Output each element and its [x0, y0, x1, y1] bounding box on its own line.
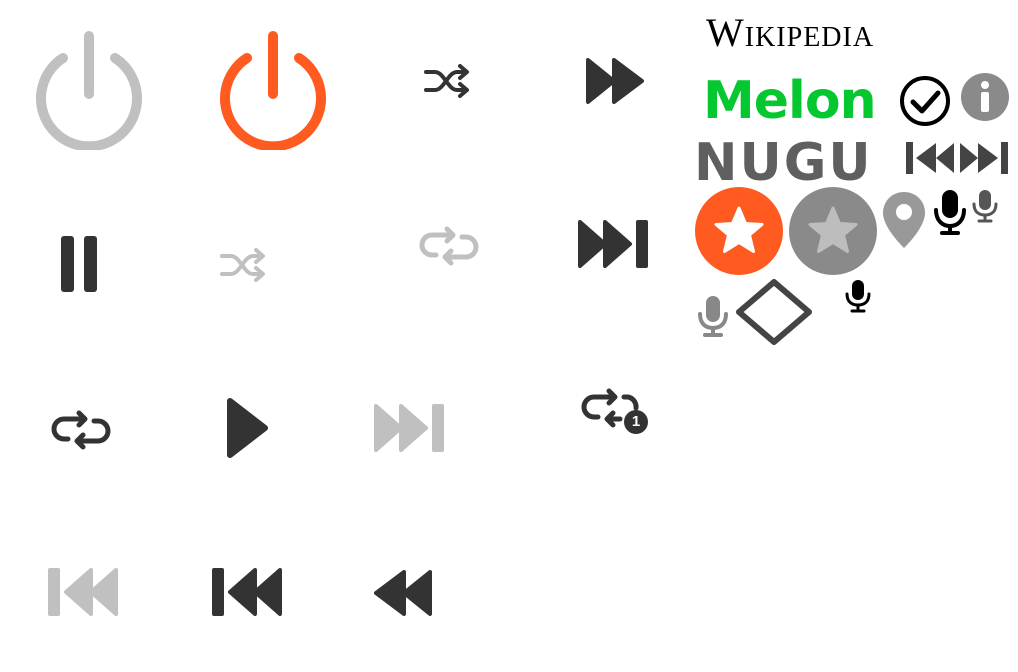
- power-icon-disabled[interactable]: [30, 28, 148, 150]
- skip-previous-icon[interactable]: [208, 566, 284, 618]
- pause-icon[interactable]: [58, 234, 100, 294]
- repeat-icon[interactable]: [50, 410, 112, 450]
- repeat-icon-disabled[interactable]: [418, 226, 480, 266]
- shuffle-icon-disabled[interactable]: [218, 246, 270, 284]
- power-icon-active[interactable]: [214, 28, 332, 150]
- skip-next-icon-disabled[interactable]: [372, 402, 448, 454]
- melon-logo: Melon: [703, 71, 877, 131]
- star-circle-icon-active[interactable]: [694, 186, 784, 276]
- mic-icon[interactable]: [696, 294, 730, 338]
- mic-icon-light[interactable]: [970, 188, 1000, 224]
- repeat-one-icon[interactable]: 1: [580, 388, 652, 436]
- skip-previous-icon-disabled[interactable]: [44, 566, 120, 618]
- mic-icon[interactable]: [932, 188, 968, 236]
- play-icon[interactable]: [224, 396, 270, 460]
- skip-previous-small-icon[interactable]: [904, 140, 956, 176]
- wikipedia-logo: Wikipedia: [706, 10, 875, 55]
- skip-next-icon[interactable]: [576, 218, 652, 270]
- mic-icon[interactable]: [844, 278, 872, 314]
- diamond-icon: [734, 278, 814, 346]
- star-circle-icon-inactive[interactable]: [788, 186, 878, 276]
- fast-forward-icon[interactable]: [584, 56, 646, 106]
- repeat-one-badge-label: 1: [631, 413, 641, 430]
- shuffle-icon[interactable]: [422, 62, 474, 100]
- location-pin-icon: [880, 190, 928, 250]
- info-icon: [960, 72, 1010, 122]
- nugu-logo: NUGU: [694, 133, 873, 193]
- skip-next-small-icon[interactable]: [958, 140, 1010, 176]
- check-circle-icon: [898, 74, 952, 128]
- rewind-icon[interactable]: [372, 568, 434, 618]
